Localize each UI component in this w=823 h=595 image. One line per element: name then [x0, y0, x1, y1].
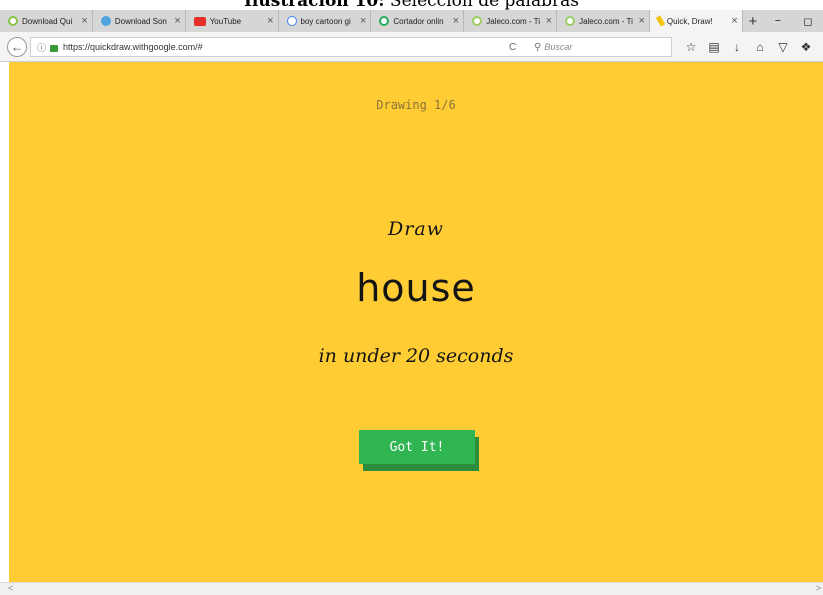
jaleco-favicon-icon [472, 16, 483, 26]
draw-prompt: Draw [388, 218, 444, 240]
toolbar-icons: ☆ ▤ ↓ ⌂ ▽ ❖ [684, 40, 813, 54]
horizontal-scrollbar[interactable]: < > [0, 582, 823, 595]
minimize-button[interactable]: − [763, 10, 793, 32]
tab-label: Jaleco.com - Ti [486, 16, 541, 26]
url-text[interactable]: https://quickdraw.withgoogle.com/# [63, 42, 203, 52]
home-icon[interactable]: ⌂ [753, 40, 767, 54]
tab-label: Jaleco.com - Ti [579, 16, 633, 26]
tab-youtube[interactable]: YouTube × [186, 10, 279, 32]
tab-label: Cortador onlin [393, 16, 444, 26]
jaleco-favicon-icon [565, 16, 576, 26]
close-icon[interactable]: × [174, 15, 180, 27]
new-tab-button[interactable]: + [743, 10, 763, 32]
download-icon[interactable]: ↓ [730, 40, 744, 54]
tab-google-search[interactable]: boy cartoon gi × [279, 10, 372, 32]
close-icon[interactable]: × [546, 15, 552, 27]
quiz-favicon-icon [8, 16, 18, 26]
info-icon[interactable]: ⓘ [37, 41, 46, 54]
youtube-favicon-icon [193, 16, 206, 26]
scroll-left-icon[interactable]: < [8, 583, 13, 593]
tab-label: Download Son [114, 16, 167, 26]
time-limit-text: in under 20 seconds [318, 345, 514, 367]
close-icon[interactable]: × [453, 15, 459, 27]
google-favicon-icon [286, 16, 297, 26]
address-bar[interactable]: ⓘ https://quickdraw.withgoogle.com/# C ⚲… [30, 37, 672, 57]
screenshot-icon[interactable]: ❖ [799, 40, 813, 54]
close-icon[interactable]: × [638, 15, 644, 27]
tab-download-softonic[interactable]: Download Son × [93, 10, 186, 32]
close-icon[interactable]: × [731, 15, 737, 27]
close-icon[interactable]: × [267, 15, 273, 27]
window-controls: − ◻ [763, 10, 823, 32]
target-word: house [356, 266, 476, 310]
tab-cortador[interactable]: Cortador onlin × [371, 10, 465, 32]
maximize-button[interactable]: ◻ [793, 10, 823, 32]
close-icon[interactable]: × [360, 15, 366, 27]
back-button[interactable]: ← [7, 37, 27, 57]
scroll-right-icon[interactable]: > [816, 583, 821, 593]
reading-list-icon[interactable]: ▤ [707, 40, 721, 54]
tab-bar: Download Qui × Download Son × YouTube × … [0, 10, 823, 32]
tab-download-quiz[interactable]: Download Qui × [0, 10, 93, 32]
round-indicator: Drawing 1/6 [376, 98, 456, 112]
page-left-margin [0, 62, 9, 582]
arrow-left-icon: ← [11, 40, 23, 54]
search-box[interactable]: ⚲ Buscar [534, 42, 572, 53]
softonic-favicon-icon [100, 16, 111, 26]
quickdraw-favicon-icon [655, 15, 666, 27]
navigation-bar: ← ⓘ https://quickdraw.withgoogle.com/# C… [0, 32, 823, 62]
tab-label: YouTube [209, 16, 242, 26]
reload-icon[interactable]: C [509, 42, 516, 53]
quick-draw-page: Drawing 1/6 Draw house in under 20 secon… [9, 62, 823, 582]
search-placeholder: Buscar [544, 42, 573, 52]
search-icon: ⚲ [534, 41, 542, 53]
cortador-favicon-icon [379, 16, 390, 26]
tab-label: Quick, Draw! [666, 16, 713, 26]
tab-quick-draw[interactable]: Quick, Draw! × [649, 10, 743, 32]
got-it-button[interactable]: Got It! [359, 430, 475, 464]
tab-label: boy cartoon gi [300, 16, 351, 26]
tab-jaleco-2[interactable]: Jaleco.com - Ti × [557, 10, 650, 32]
star-icon[interactable]: ☆ [684, 40, 698, 54]
lock-icon [50, 44, 59, 52]
tab-jaleco-1[interactable]: Jaleco.com - Ti × [464, 10, 558, 32]
tab-label: Download Qui [22, 16, 73, 26]
close-icon[interactable]: × [81, 15, 87, 27]
pocket-icon[interactable]: ▽ [776, 40, 790, 54]
